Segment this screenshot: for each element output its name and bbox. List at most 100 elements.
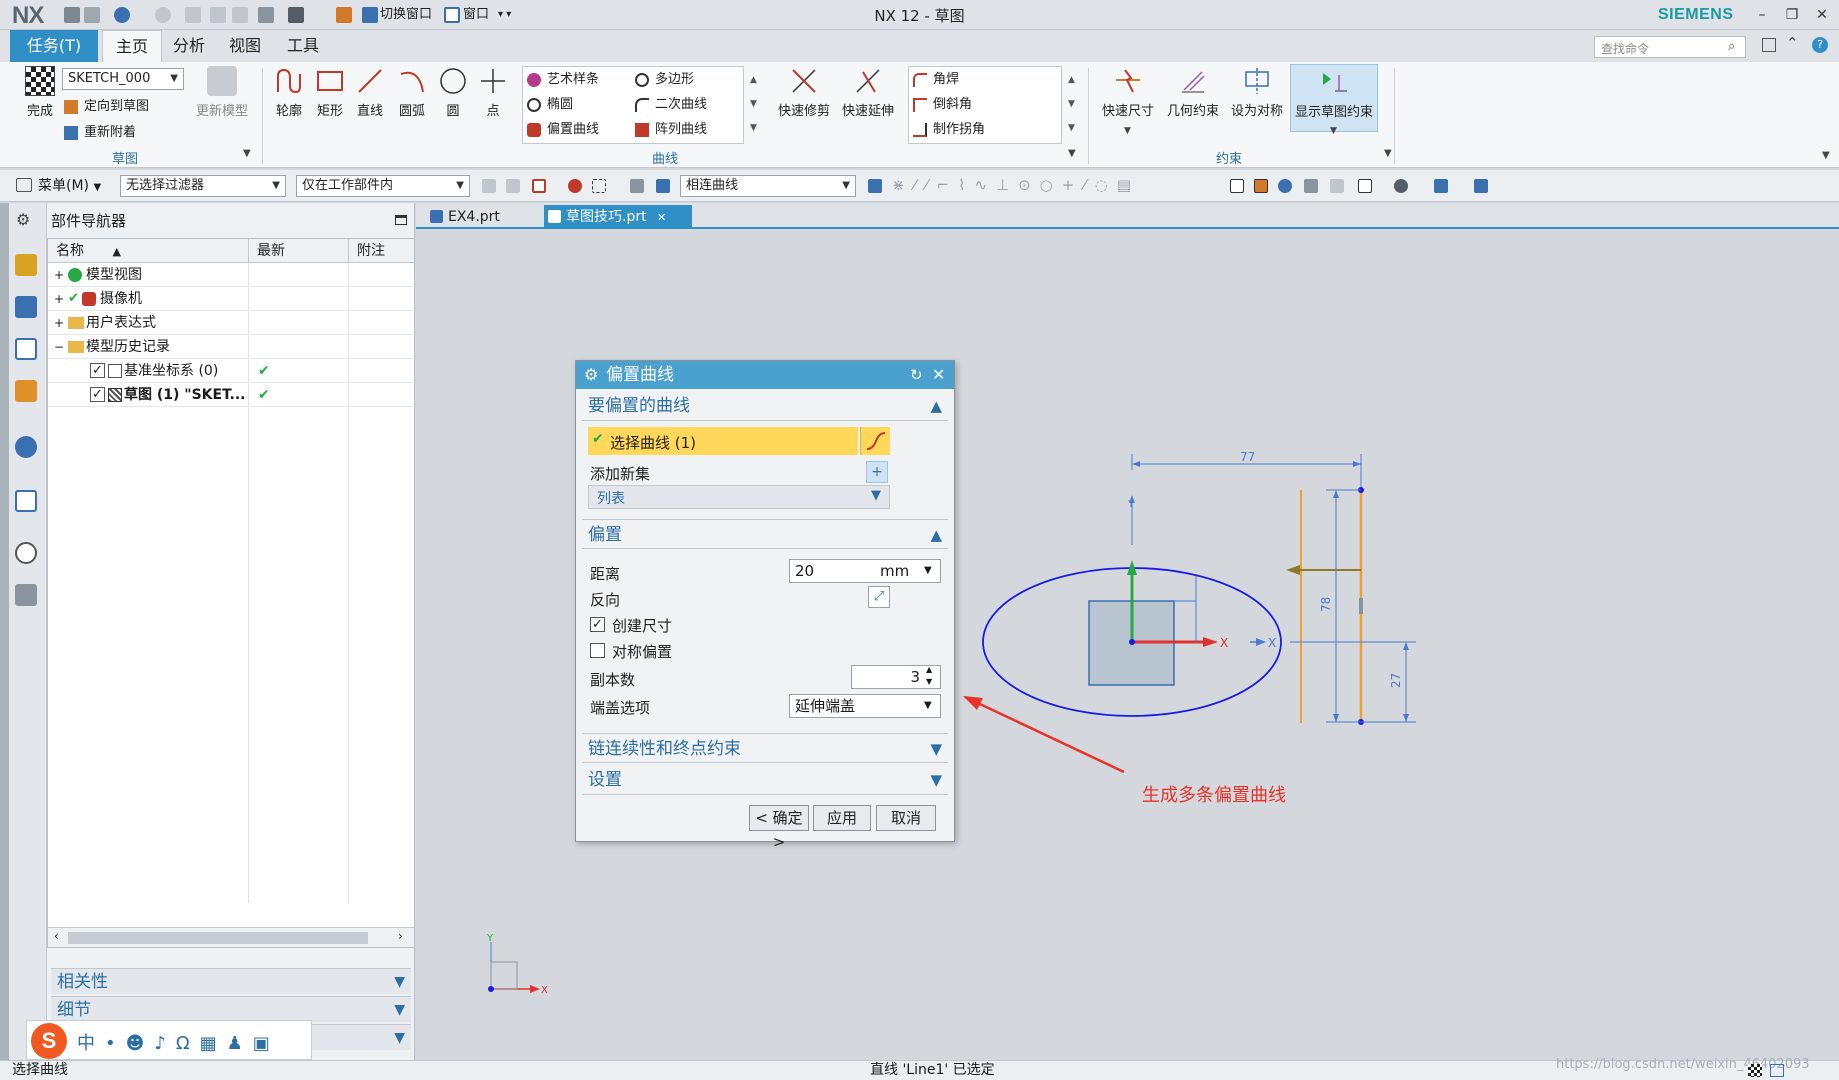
ok-button[interactable]: < 确定 > [749, 805, 809, 851]
tree-row-cameras[interactable]: + ✔ 摄像机 [48, 287, 414, 311]
minimize-button[interactable]: – [1750, 4, 1774, 26]
close-tab-icon[interactable]: ✕ [657, 211, 666, 224]
reuse-library-icon[interactable] [15, 380, 37, 402]
web-browser-icon[interactable] [15, 436, 37, 458]
save-all-icon[interactable] [84, 7, 100, 23]
ellipse-button[interactable]: 椭圆 [525, 94, 573, 116]
geometric-constraint-button[interactable]: 几何约束 [1162, 66, 1224, 119]
column-header-note[interactable]: 附注 [348, 239, 414, 263]
roles-icon[interactable] [15, 584, 37, 606]
expand-icon[interactable]: + [54, 311, 64, 335]
update-model-button[interactable]: 更新模型 [192, 66, 252, 119]
expand-icon[interactable]: + [54, 263, 64, 287]
orient-to-sketch-button[interactable]: 定向到草图 [62, 96, 149, 118]
reset-icon[interactable]: ↻ [910, 361, 923, 389]
tab-view[interactable]: 视图 [222, 30, 268, 62]
section-curve-to-offset[interactable]: 要偏置的曲线 ▲ [582, 391, 948, 421]
dimension-height[interactable]: 78 [1319, 597, 1333, 612]
scroll-thumb[interactable] [68, 932, 368, 944]
rotate-icon[interactable] [1278, 179, 1292, 193]
curve-rule-select[interactable]: 相连曲线 ▼ [680, 175, 856, 197]
edit-object-icon[interactable] [336, 7, 352, 23]
corner-gallery-scroll-icon[interactable]: ▲ ▼ ▼ [1068, 68, 1075, 140]
section-details[interactable]: 细节 ▼ [51, 996, 411, 1022]
window-menu-button[interactable]: 窗口 [463, 5, 489, 25]
select-curve-row[interactable]: ✔ 选择曲线 (1) [588, 427, 858, 455]
conic-button[interactable]: 二次曲线 [633, 94, 707, 116]
help-icon[interactable]: ? [1812, 37, 1828, 53]
window-status-icon[interactable] [1770, 1064, 1784, 1077]
maximize-panel-icon[interactable] [395, 215, 407, 225]
select-feature-icon[interactable] [506, 179, 520, 193]
horizontal-scrollbar[interactable]: ‹ › [48, 927, 414, 947]
select-all-icon[interactable] [532, 179, 546, 193]
scroll-left-icon[interactable]: ‹ [54, 929, 59, 943]
constraint-navigator-icon[interactable] [15, 296, 37, 318]
profile-button[interactable]: 轮廓 [270, 66, 308, 119]
paste-icon[interactable] [232, 7, 248, 23]
select-body-icon[interactable] [630, 179, 644, 193]
history-icon[interactable] [15, 490, 37, 512]
gallery-scroll-icon[interactable]: ▲ ▼ ▼ [750, 68, 757, 140]
collapse-ribbon-icon[interactable]: ⌃ [1786, 34, 1799, 52]
symmetric-offset-checkbox[interactable] [590, 643, 605, 658]
tree-row-sketch[interactable]: ✓ 草图 (1) "SKET... ✔ [48, 383, 414, 407]
section-settings[interactable]: 设置 ▼ [582, 765, 948, 795]
resource-settings-icon[interactable]: ⚙ [16, 210, 30, 229]
offset-curve-button[interactable]: 偏置曲线 [525, 119, 599, 141]
ribbon-options-icon[interactable] [1762, 38, 1776, 52]
column-header-name[interactable]: 名称 ▲ [48, 239, 248, 263]
column-header-latest[interactable]: 最新 [248, 239, 348, 263]
flag-icon[interactable] [1748, 1064, 1762, 1077]
task-menu-tab[interactable]: 任务(T) [10, 30, 98, 62]
snap-point-icons[interactable]: ⋇⁄⁄⌐⌇∿⊥⊙○+⁄◌▤ [892, 176, 1140, 194]
repeat-command-icon[interactable] [258, 7, 274, 23]
assembly-navigator-icon[interactable] [15, 254, 37, 276]
close-icon[interactable]: ✕ [932, 361, 945, 389]
section-chain-continuity[interactable]: 链连续性和终点约束 ▼ [582, 733, 948, 763]
section-view-icon[interactable] [1474, 179, 1488, 193]
command-search-input[interactable]: 查找命令 [1594, 36, 1746, 58]
section-dependencies[interactable]: 相关性 ▼ [51, 968, 411, 994]
circle-button[interactable]: 圆 [434, 66, 472, 119]
selection-scope-select[interactable]: 仅在工作部件内 ▼ [296, 175, 470, 197]
ime-logo-icon[interactable]: S [31, 1023, 67, 1059]
reattach-button[interactable]: 重新附着 [62, 122, 136, 144]
constraint-group-more-icon[interactable]: ▼ [1384, 148, 1392, 159]
fillet-button[interactable]: 角焊 [911, 69, 959, 91]
search-icon[interactable]: ⌕ [1728, 39, 1735, 54]
menu-button[interactable]: 菜单(M) ▼ [38, 176, 101, 198]
stop-at-intersection-icon[interactable] [868, 179, 882, 193]
type-filter-select[interactable]: 无选择过滤器 ▼ [120, 175, 286, 197]
switch-window-button[interactable]: 切换窗口 [380, 5, 432, 25]
view-fit-icon[interactable] [1230, 179, 1244, 193]
close-window-button[interactable]: ✕ [1810, 4, 1834, 26]
undo-icon[interactable] [114, 7, 130, 23]
make-symmetric-button[interactable]: 设为对称 [1226, 66, 1288, 119]
tab-analysis[interactable]: 分析 [166, 30, 212, 62]
copy-icon[interactable] [210, 7, 226, 23]
sketch-name-select[interactable]: SKETCH_000 ▼ [62, 68, 184, 90]
ribbon-overflow-icon[interactable]: ▼ [1822, 150, 1830, 161]
render-style-icon[interactable] [1394, 179, 1408, 193]
quick-trim-button[interactable]: 快速修剪 [774, 66, 834, 119]
zoom-icon[interactable] [1254, 179, 1268, 193]
redo-icon[interactable] [155, 7, 171, 23]
tree-row-user-expressions[interactable]: + 用户表达式 [48, 311, 414, 335]
dimension-small[interactable]: 27 [1389, 673, 1403, 688]
distance-input[interactable]: 20 mm ▼ [789, 559, 941, 583]
dimension-top[interactable]: 77 [1240, 450, 1255, 464]
finish-sketch-button[interactable]: 完成 [18, 66, 62, 119]
curve-selection-icon[interactable] [860, 427, 890, 455]
rectangle-button[interactable]: 矩形 [311, 66, 349, 119]
drag-handle[interactable] [1359, 598, 1363, 614]
rectangle-select-icon[interactable] [592, 179, 606, 193]
section-offset[interactable]: 偏置 ▲ [582, 519, 948, 549]
copies-stepper[interactable]: 3 ▲ ▼ [851, 665, 941, 689]
tab-tools[interactable]: 工具 [280, 30, 326, 62]
general-selection-icon[interactable] [482, 179, 496, 193]
part-navigator-icon[interactable] [15, 338, 37, 360]
restore-button[interactable]: ❐ [1780, 4, 1804, 26]
tree-row-model-history[interactable]: − 模型历史记录 [48, 335, 414, 359]
expand-icon[interactable]: + [54, 287, 64, 311]
